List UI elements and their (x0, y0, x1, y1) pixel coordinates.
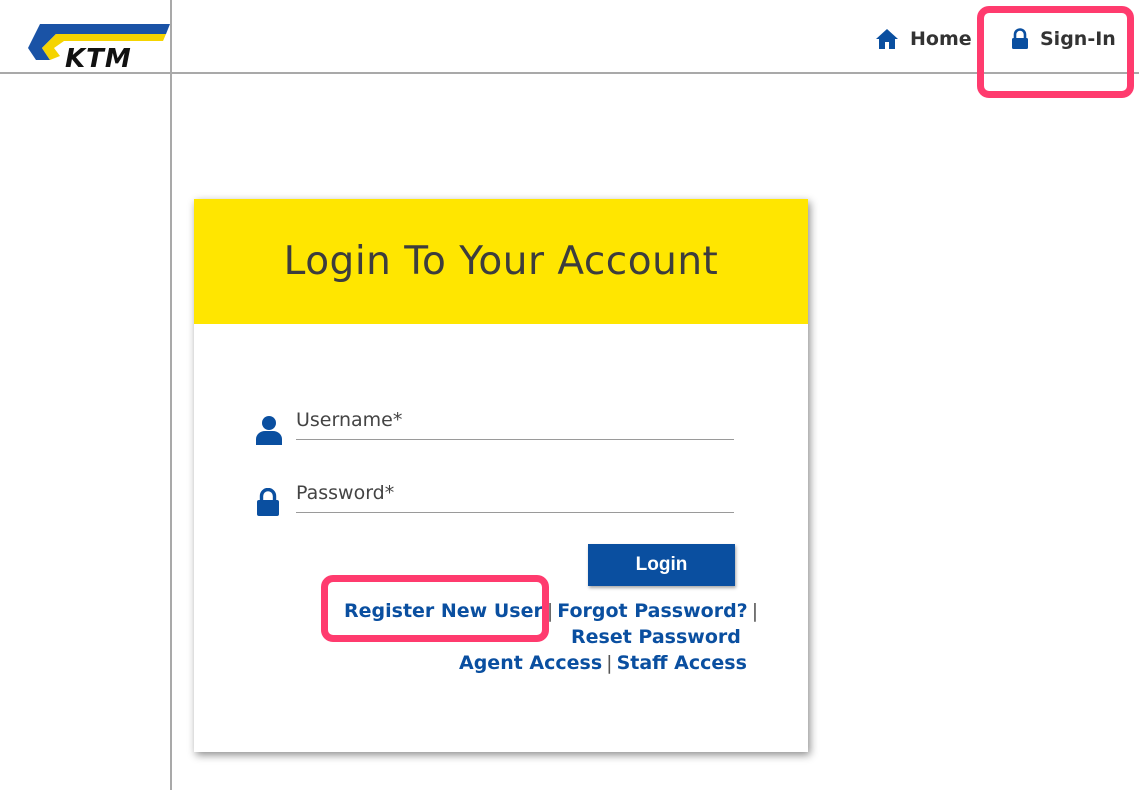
reset-password-link[interactable]: Reset Password (571, 626, 741, 648)
ktm-logo[interactable]: KTM (20, 20, 170, 74)
link-separator: | (751, 600, 759, 622)
nav-home-label: Home (910, 28, 972, 50)
logo-text: KTM (65, 44, 132, 74)
password-input[interactable] (296, 478, 734, 508)
sidebar-divider (170, 0, 172, 790)
username-field-container (296, 405, 734, 440)
forgot-password-link[interactable]: Forgot Password? (557, 600, 747, 622)
password-lock-icon (256, 487, 280, 521)
nav-home-link[interactable]: Home (875, 26, 972, 52)
staff-access-link[interactable]: Staff Access (617, 652, 747, 674)
password-field-container (296, 478, 734, 513)
links-row-2: Reset Password (571, 626, 741, 648)
user-icon (256, 415, 282, 449)
login-title: Login To Your Account (283, 239, 719, 284)
home-icon (875, 28, 899, 50)
agent-access-link[interactable]: Agent Access (459, 652, 602, 674)
links-row-3: Agent Access | Staff Access (459, 652, 747, 674)
login-card-header: Login To Your Account (194, 199, 808, 324)
link-separator: | (606, 652, 613, 674)
login-button[interactable]: Login (588, 544, 735, 586)
username-input[interactable] (296, 405, 734, 435)
register-highlight-box (321, 575, 549, 642)
signin-highlight-box (977, 6, 1134, 98)
